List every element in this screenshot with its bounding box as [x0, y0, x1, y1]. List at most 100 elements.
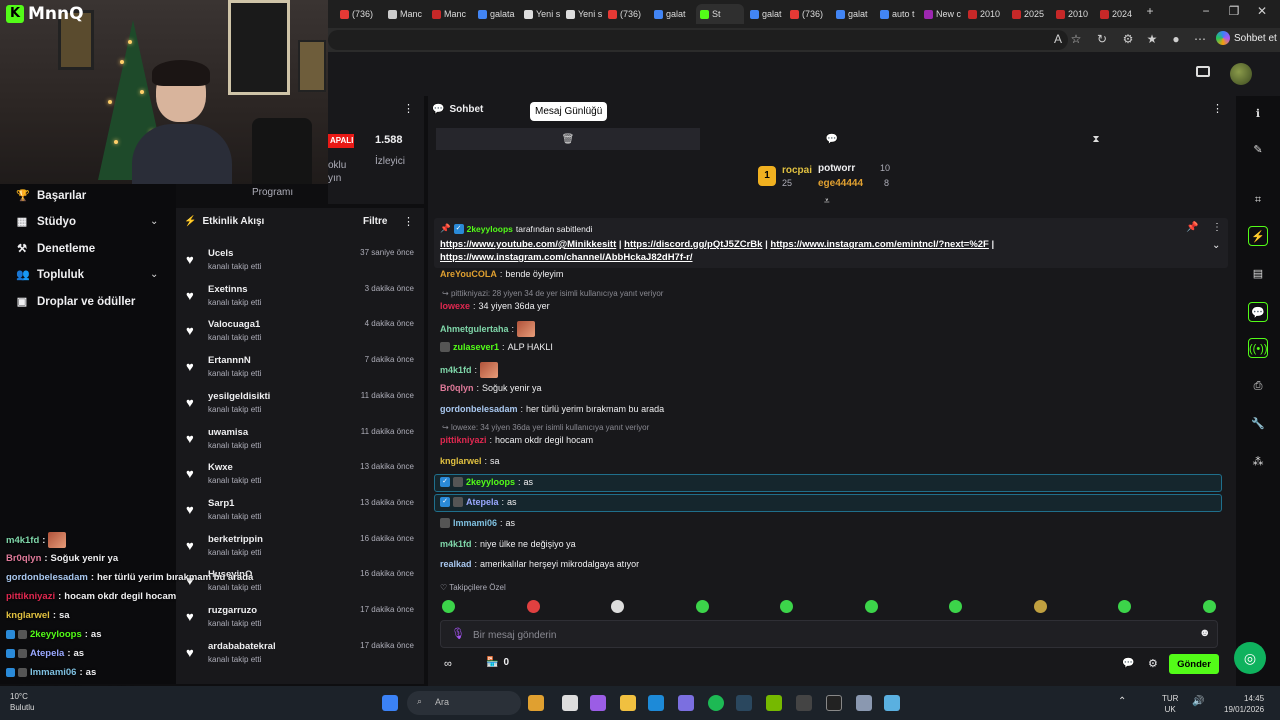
infinity-points-icon[interactable]: ∞	[444, 658, 452, 670]
browser-tab[interactable]: (736)	[608, 4, 648, 24]
user-avatar[interactable]	[1230, 63, 1252, 85]
taskbar-app-4[interactable]	[826, 695, 842, 711]
leader-name-3[interactable]: ege44444	[818, 178, 863, 189]
chat-username[interactable]: Br0qlyn	[440, 383, 474, 393]
volume-icon[interactable]: 🔊	[1192, 696, 1204, 707]
browser-tab[interactable]: New c	[924, 4, 964, 24]
browser-tab[interactable]: 2010	[1056, 4, 1096, 24]
help-chat-button[interactable]: ◎	[1234, 642, 1266, 674]
taskbar-app-1[interactable]	[528, 695, 544, 711]
chat-username[interactable]: gordonbelesadam	[440, 404, 518, 414]
chat-username[interactable]: pittikniyazi	[440, 435, 487, 445]
chat-username[interactable]: Ahmetgulertaha	[440, 324, 509, 334]
url-field[interactable]	[328, 30, 1068, 50]
send-button[interactable]: Gönder	[1169, 654, 1219, 674]
chat-username[interactable]: Immami06	[453, 518, 497, 528]
mic-icon[interactable]: 🎙	[451, 627, 465, 640]
chat-username[interactable]: lowexe	[440, 301, 470, 311]
taskbar-app-2[interactable]	[562, 695, 578, 711]
tab-message-log[interactable]: 🗑	[436, 128, 700, 150]
activity-username[interactable]: yesilgeldisikti	[208, 391, 270, 402]
emote-shortcut-icon[interactable]	[526, 600, 540, 613]
sidebar-item-community[interactable]: 👥 Topluluk	[16, 268, 84, 282]
leader-name-1[interactable]: rocpai	[782, 165, 812, 176]
printer-icon[interactable]: ⎙	[1248, 376, 1268, 396]
browser-tab[interactable]: galata	[478, 4, 518, 24]
activity-username[interactable]: berketrippin	[208, 534, 263, 545]
browser-tab[interactable]: galat	[750, 4, 790, 24]
activity-menu-icon[interactable]: ⋮	[403, 215, 414, 228]
browser-tab[interactable]: Yeni s	[566, 4, 606, 24]
chat-settings-icon[interactable]: ⚙	[1148, 657, 1158, 670]
spotify-icon[interactable]	[708, 695, 724, 711]
browser-tab[interactable]: Yeni s	[524, 4, 564, 24]
pinned-link-instagram[interactable]: https://www.instagram.com/emintncl/?next…	[770, 239, 988, 250]
activity-username[interactable]: ErtannnN	[208, 355, 251, 366]
collapse-icon[interactable]: ⩡	[824, 196, 830, 207]
activity-username[interactable]: Kwxe	[208, 462, 233, 473]
sidebar-item-trophy[interactable]: 🏆 Başarılar	[16, 189, 86, 203]
minimize-icon[interactable]: −	[1198, 4, 1214, 18]
emote-shortcut-icon[interactable]	[611, 600, 624, 613]
browser-tab[interactable]: Manc	[388, 4, 428, 24]
chat-username[interactable]: zulasever1	[453, 342, 499, 352]
edge-browser-icon[interactable]	[648, 695, 664, 711]
leader-name-2[interactable]: potworr	[818, 163, 855, 174]
tab-timer[interactable]: ⧗	[964, 128, 1228, 150]
browser-tab[interactable]: (736)	[790, 4, 830, 24]
maximize-icon[interactable]: ❐	[1226, 4, 1242, 18]
chat-username[interactable]: Atepela	[466, 497, 499, 507]
taskbar-search[interactable]: ⌕ Ara	[407, 691, 521, 715]
emote-shortcut-icon[interactable]	[1202, 600, 1216, 613]
activity-username[interactable]: uwamisa	[208, 427, 248, 438]
chevron-down-icon[interactable]: ⌄	[150, 216, 158, 227]
windows-start-icon[interactable]	[382, 695, 398, 711]
document-icon[interactable]: ▤	[1248, 264, 1268, 284]
crop-icon[interactable]: ⌗	[1248, 190, 1268, 210]
chat-username[interactable]: m4k1fd	[440, 365, 472, 375]
taskbar-app-6[interactable]	[884, 695, 900, 711]
close-window-icon[interactable]: ✕	[1254, 4, 1270, 18]
browser-tab[interactable]: Manc	[432, 4, 472, 24]
sidebar-item-gift[interactable]: ▣ Droplar ve ödüller	[16, 295, 136, 309]
sidebar-item-studio[interactable]: ▦ Stüdyo	[16, 215, 76, 229]
sidebar-item-gavel[interactable]: ⚒ Denetleme	[16, 242, 95, 256]
lightning-icon[interactable]: ⚡	[1248, 226, 1268, 246]
browser-tab[interactable]: galat	[654, 4, 694, 24]
copilot-chat-button[interactable]: Sohbet et	[1216, 31, 1277, 45]
chat-rail-icon[interactable]: 💬	[1248, 302, 1268, 322]
steam-icon[interactable]	[736, 695, 752, 711]
emoji-picker-icon[interactable]: ☻	[1199, 627, 1211, 639]
theater-mode-icon[interactable]	[1196, 66, 1210, 77]
browser-tab[interactable]: 2010	[968, 4, 1008, 24]
extension-icon[interactable]: ⚙	[1120, 32, 1136, 46]
activity-username[interactable]: Sarp1	[208, 498, 234, 509]
discord-icon[interactable]	[678, 695, 694, 711]
emote-shortcut-icon[interactable]	[864, 600, 878, 613]
chat-username[interactable]: knglarwel	[440, 456, 482, 466]
taskbar-app-5[interactable]	[856, 695, 872, 711]
language-indicator[interactable]: TUR UK	[1162, 693, 1178, 715]
emote-shortcut-icon[interactable]	[442, 600, 455, 613]
refresh-icon[interactable]: ↻	[1094, 32, 1110, 46]
activity-username[interactable]: Ucels	[208, 248, 233, 259]
chat-username[interactable]: AreYouCOLA	[440, 269, 497, 279]
chat-menu-icon[interactable]: ⋮	[1212, 102, 1223, 115]
browser-tab[interactable]: (736)	[340, 4, 380, 24]
unpin-icon[interactable]: 📌	[1186, 222, 1198, 233]
chat-username[interactable]: realkad	[440, 559, 472, 569]
pinned-link-discord[interactable]: https://discord.gg/pQtJ5ZCrBk	[624, 239, 762, 250]
broadcast-icon[interactable]: ((•))	[1248, 338, 1268, 358]
chat-users-icon[interactable]: 💬	[1122, 658, 1134, 669]
read-aloud-icon[interactable]: A	[1050, 32, 1066, 46]
emote-shortcut-icon[interactable]	[1033, 600, 1047, 613]
chevron-down-icon[interactable]: ⌄	[150, 269, 158, 280]
favorites-icon[interactable]: ★	[1144, 32, 1160, 46]
emote-shortcut-icon[interactable]	[1118, 600, 1131, 613]
more-icon[interactable]: ⋯	[1192, 32, 1208, 46]
points-display[interactable]: 🏪 0	[486, 657, 509, 668]
chat-username[interactable]: 2keyyloops	[466, 477, 515, 487]
profile-icon[interactable]: ●	[1168, 32, 1184, 46]
chat-message-input[interactable]	[473, 627, 1173, 643]
wrench-icon[interactable]: 🔧	[1248, 414, 1268, 434]
